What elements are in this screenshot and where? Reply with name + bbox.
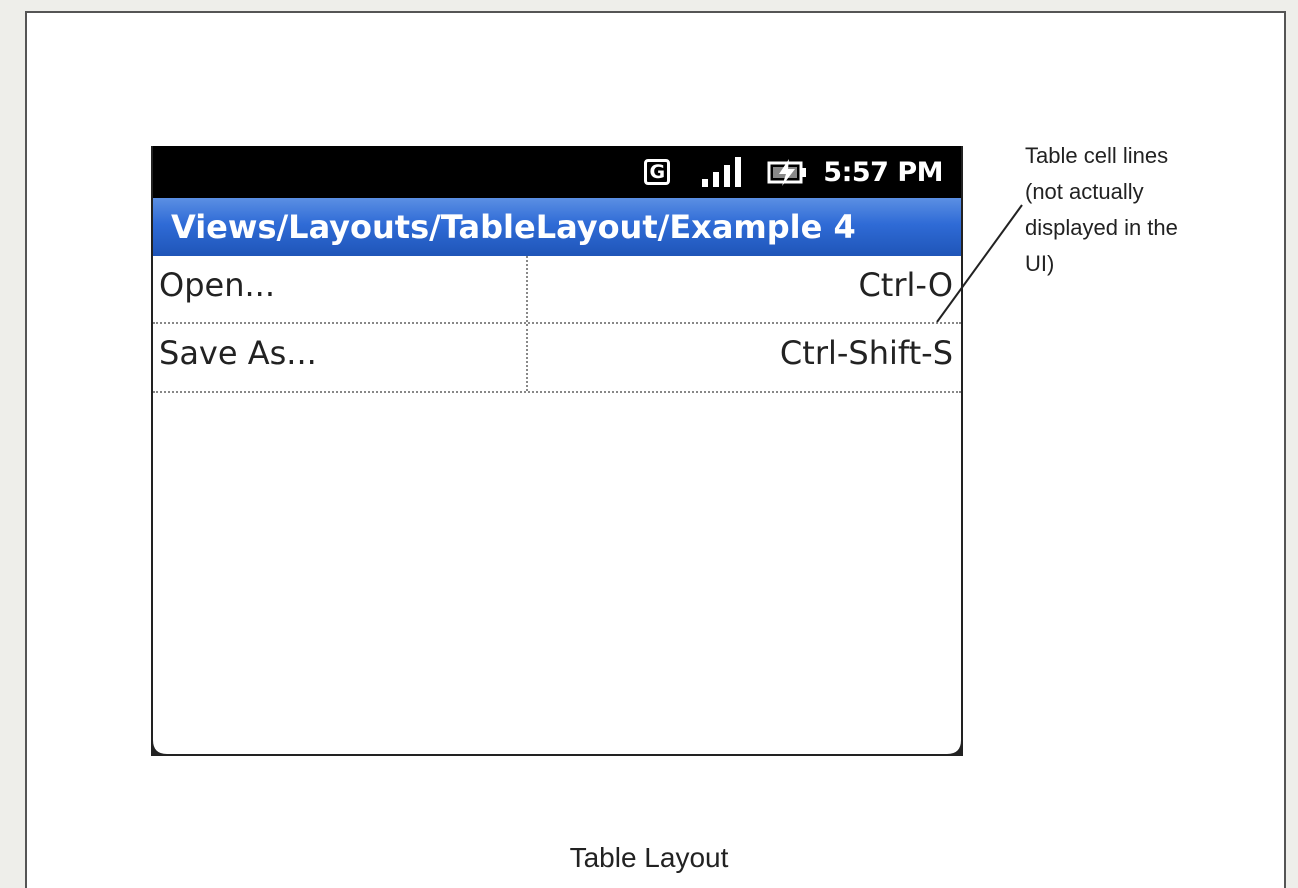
activity-title-bar: Views/Layouts/TableLayout/Example 4: [153, 198, 961, 256]
menu-item-label: Open...: [153, 256, 528, 322]
menu-item-shortcut: Ctrl-Shift-S: [779, 334, 953, 372]
table-row[interactable]: Open... Ctrl-O: [153, 256, 961, 324]
annotation-callout: Table cell lines (not actually displayed…: [1025, 138, 1235, 282]
phone-screen: G 5:57 PM Views/Layouts/TableLayout/Exam…: [151, 146, 963, 756]
annotation-line-4: UI): [1025, 251, 1055, 276]
screen-corner: [947, 740, 961, 754]
menu-item-shortcut: Ctrl-O: [858, 266, 953, 304]
table-layout: Open... Ctrl-O Save As... Ctrl-Shift-S: [153, 256, 961, 393]
screen-corner: [153, 740, 167, 754]
activity-title: Views/Layouts/TableLayout/Example 4: [171, 208, 856, 246]
annotation-line-1: Table cell lines: [1025, 143, 1169, 168]
menu-item-label: Save As...: [153, 324, 528, 391]
status-bar: G 5:57 PM: [153, 146, 961, 198]
network-type-icon: G: [644, 159, 671, 185]
annotation-line-2: (not actually: [1025, 179, 1144, 204]
table-row[interactable]: Save As... Ctrl-Shift-S: [153, 324, 961, 393]
signal-bars-icon: [702, 157, 742, 187]
annotation-line-3: displayed in the: [1025, 215, 1178, 240]
battery-charging-icon: [767, 159, 807, 186]
figure-caption: Table Layout: [569, 842, 729, 873]
status-clock: 5:57 PM: [823, 156, 943, 188]
